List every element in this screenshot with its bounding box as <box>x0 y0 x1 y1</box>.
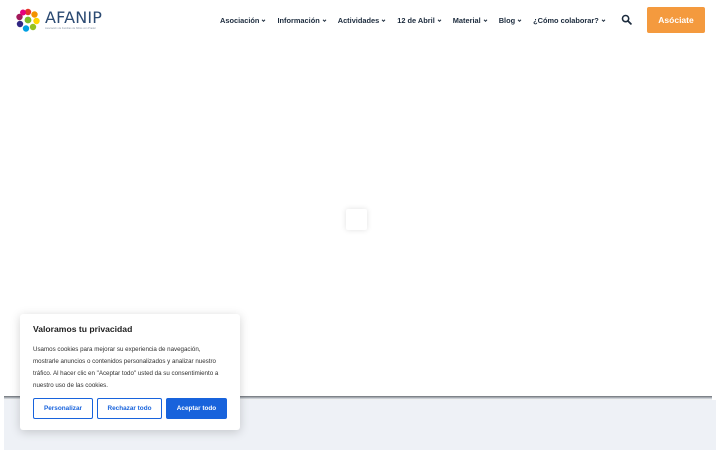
nav-item-como-colaborar[interactable]: ¿Cómo colaborar? <box>533 16 606 25</box>
cookie-actions: Personalizar Rechazar todo Aceptar todo <box>33 398 231 419</box>
main-nav: Asociación Información Actividades 12 de… <box>220 13 617 27</box>
nav-item-material[interactable]: Material <box>453 16 488 25</box>
nav-item-label: Material <box>452 15 481 25</box>
logo-tagline: Asociación de Familias de Niños con Prad… <box>45 26 96 30</box>
chevron-down-icon <box>262 18 266 22</box>
customize-button[interactable]: Personalizar <box>33 398 93 419</box>
loading-spinner <box>346 209 367 230</box>
cookie-description: Usamos cookies para mejorar su experienc… <box>33 346 219 389</box>
cookie-consent-banner: Valoramos tu privacidad Usamos cookies p… <box>20 314 240 430</box>
nav-item-label: Asociación <box>220 15 260 25</box>
search-icon[interactable] <box>621 14 632 25</box>
nav-item-blog[interactable]: Blog <box>499 16 522 25</box>
site-header: AFANIP Asociación de Familias de Niños c… <box>0 0 720 40</box>
nav-item-12-de-abril[interactable]: 12 de Abril <box>397 16 442 25</box>
chevron-down-icon <box>517 18 522 22</box>
chevron-down-icon <box>381 18 386 22</box>
chevron-down-icon <box>322 18 327 22</box>
logo-wordmark: AFANIP <box>45 7 103 27</box>
chevron-down-icon <box>483 18 488 22</box>
join-button[interactable]: Asóciate <box>647 7 705 33</box>
reject-all-button[interactable]: Rechazar todo <box>97 398 162 419</box>
nav-item-label: 12 de Abril <box>397 15 435 25</box>
accept-all-button[interactable]: Aceptar todo <box>166 398 227 419</box>
chevron-down-icon <box>601 18 606 22</box>
site-logo[interactable]: AFANIP Asociación de Familias de Niños c… <box>15 7 102 33</box>
nav-item-label: Actividades <box>337 15 380 25</box>
logo-flower-icon <box>16 8 40 32</box>
chevron-down-icon <box>437 18 442 22</box>
nav-item-label: Blog <box>498 15 516 25</box>
nav-item-label: Información <box>277 15 320 25</box>
nav-item-informacion[interactable]: Información <box>277 15 327 25</box>
nav-item-asociacion[interactable]: Asociación <box>220 16 266 25</box>
cookie-title: Valoramos tu privacidad <box>33 324 133 334</box>
nav-item-label: ¿Cómo colaborar? <box>533 15 599 25</box>
nav-item-actividades[interactable]: Actividades <box>338 16 387 25</box>
